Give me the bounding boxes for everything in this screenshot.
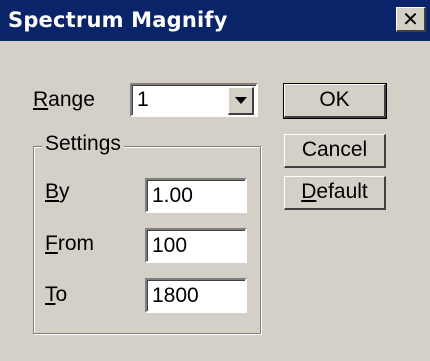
to-input[interactable] <box>145 278 247 313</box>
range-label: Range <box>33 88 95 111</box>
by-input[interactable] <box>145 178 247 213</box>
close-icon: ✕ <box>402 7 419 31</box>
cancel-button[interactable]: Cancel <box>284 134 386 168</box>
to-label: To <box>45 283 68 306</box>
range-dropdown[interactable]: 1 <box>130 83 258 117</box>
settings-group-label: Settings <box>42 132 124 156</box>
range-value: 1 <box>137 88 149 111</box>
window-title: Spectrum Magnify <box>8 8 228 32</box>
ok-button[interactable]: OK <box>283 83 387 119</box>
title-bar: Spectrum Magnify ✕ <box>0 0 430 41</box>
to-input-field[interactable] <box>152 280 245 311</box>
from-label: From <box>45 232 94 255</box>
by-input-field[interactable] <box>152 180 245 211</box>
range-dropdown-button[interactable] <box>228 87 254 115</box>
close-button[interactable]: ✕ <box>396 7 426 32</box>
spectrum-magnify-dialog: Spectrum Magnify ✕ Range 1 Settings By F… <box>0 0 430 361</box>
default-button[interactable]: Default <box>284 176 386 210</box>
from-input[interactable] <box>145 228 247 263</box>
chevron-down-icon <box>235 97 247 104</box>
by-label: By <box>45 180 70 203</box>
from-input-field[interactable] <box>152 230 245 261</box>
